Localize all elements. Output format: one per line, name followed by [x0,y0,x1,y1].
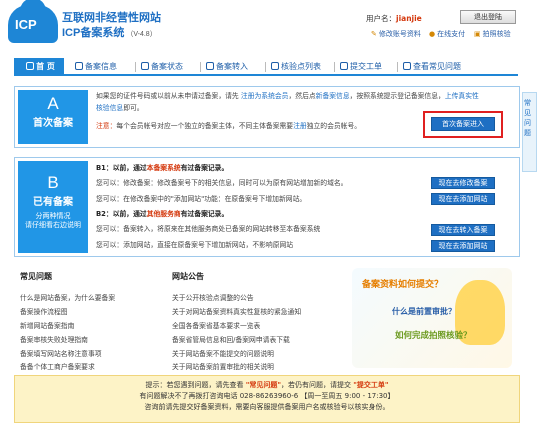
upload-link[interactable]: 上传真实性 [445,92,479,100]
modify-filing-button[interactable]: 现在去修改备案 [431,177,495,189]
b1-heading: B1：以前，通过本备案系统有过备案记录。 [96,164,229,172]
transfer-icon [206,62,214,70]
footer-line3: 咨询前请先提交好备案资料，需要向客服提供备案用户名或核验号以核实身份。 [144,403,390,411]
pencil-icon: ✎ [371,30,377,38]
announcement-item[interactable]: 关于网站备案前置审批的相关说明 [172,361,274,371]
user-info: 用户名：jianjie [366,14,422,23]
tab-home[interactable]: 首 页 [14,58,64,76]
footer-line1: 提示：若您遇到问题，请先查看 "常见问题"，若仍有问题，请提交 "提交工单" [145,381,389,389]
ticket-icon [340,62,348,70]
online-pay-link[interactable]: ● 在线支付 [429,29,465,39]
transfer-filing-button[interactable]: 现在去转入备案 [431,224,495,236]
faq-footer-link[interactable]: "常见问题" [246,381,281,389]
tab-verify-points[interactable]: 核验点列表 [268,58,332,76]
tab-record-transfer[interactable]: 备案转入 [203,58,263,76]
ticket-footer-link[interactable]: "提交工单" [353,381,388,389]
pay-icon: ● [429,30,436,38]
faq-item[interactable]: 什么是网站备案，为什么要备案 [20,292,115,302]
faq-item[interactable]: 备备个体工商户备案要求 [20,361,95,371]
main-nav: 首 页 备案信息 备案状态 备案转入 核验点列表 提交工单 查看常见问题 [14,58,518,76]
site-subtitle: ICP备案系统 （V-4.8） [62,27,157,39]
existing-sub2: 请仔细看右边说明 [25,221,81,229]
verify-info-link[interactable]: 核验信息 [96,104,123,112]
help-icon [403,62,411,70]
existing-filing-block: B 已有备案 分两种情况 请仔细看右边说明 [18,161,88,253]
site-title: 互联网非经营性网站 [62,12,161,24]
faq-title: 常见问题 [20,272,52,281]
sidebar-label[interactable]: 常见问题 [524,98,536,138]
faq-item[interactable]: 备案填写网站名称注意事项 [20,348,102,358]
list-icon [271,62,279,70]
announcement-item[interactable]: 全国各备案省基本要求一览表 [172,320,260,330]
first-filing-button[interactable]: 首次备案进入 [431,117,495,131]
promo-q1[interactable]: 备案资料如何提交？ [362,277,443,290]
tab-record-info[interactable]: 备案信息 [72,58,132,76]
existing-sub1: 分两种情况 [35,212,71,220]
add-site-button[interactable]: 现在去添加网站 [431,193,495,205]
document-icon [75,62,83,70]
tab-record-status[interactable]: 备案状态 [138,58,198,76]
faq-item[interactable]: 备案审核失败处理指南 [20,334,88,344]
tab-faq[interactable]: 查看常见问题 [400,58,476,76]
first-filing-title: 首次备案 [33,118,73,129]
register-link[interactable]: 注册为系统会员 [241,92,289,100]
faq-item[interactable]: 备案操作流程图 [20,306,68,316]
promo-q2[interactable]: 什么是前置审批？ [392,306,456,317]
edit-account-link[interactable]: ✎ 修改账号资料 [371,29,421,39]
status-icon [141,62,149,70]
b1-line2: 您可以：在修改备案中的"添加网站"功能：在原备案号下增加新网站。 [96,195,307,203]
version-label: （V-4.8） [126,31,157,38]
logo-text: ICP [15,17,37,32]
announcement-item[interactable]: 关于公开核验点调整的公告 [172,292,254,302]
home-icon [26,62,35,70]
footer-notice: 提示：若您遇到问题，请先查看 "常见问题"，若仍有问题，请提交 "提交工单" 有… [14,375,520,423]
existing-filing-title: 已有备案 [33,197,73,208]
section-letter-b: B [47,173,59,192]
username: jianjie [396,14,422,23]
camera-icon: ▣ [474,30,481,38]
tab-submit-ticket[interactable]: 提交工单 [337,58,397,76]
faq-item[interactable]: 新增网站备案指南 [20,320,74,330]
first-filing-note: 注意：每个会员帐号对应一个独立的备案主体，不同主体备案需要注册独立的会员帐号。 [96,122,362,130]
b1-line1: 您可以：修改备案：修改备案号下的相关信息，同时可以为原有网站增加新的域名。 [96,179,348,187]
b2-line1: 您可以：备案转入，将原来在其他服务商处已备案的网站转移至本备案系统 [96,225,321,233]
promo-q3[interactable]: 如何完成拍照核验？ [395,329,472,341]
add-site-button-2[interactable]: 现在去添加网站 [431,240,495,252]
announcements-title: 网站公告 [172,272,204,281]
b2-line2: 您可以：添加网站，直接在原备案号下增加新网站，不影响原网站 [96,241,294,249]
b2-heading: B2：以前，通过其他服务商有过备案记录。 [96,210,229,218]
photo-verify-link[interactable]: ▣ 拍照核验 [474,29,511,39]
new-record-link[interactable]: 新备案信息 [316,92,350,100]
register-note-link[interactable]: 注册 [293,122,307,130]
announcement-item[interactable]: 关于网站备案不能提交的问题说明 [172,348,274,358]
section-letter-a: A [47,94,59,113]
logout-button[interactable]: 退出登陆 [460,10,516,24]
announcement-item[interactable]: 关于对网站备案资料真实性复核的紧急通知 [172,306,301,316]
announcement-item[interactable]: 备案省管局信息和回/备案网申请表下载 [172,334,290,344]
footer-line2: 有问题解决不了再拨打咨询电话 028-86263960-6 【周一至周五 9:0… [139,392,395,400]
first-filing-block: A 首次备案 [18,90,88,144]
